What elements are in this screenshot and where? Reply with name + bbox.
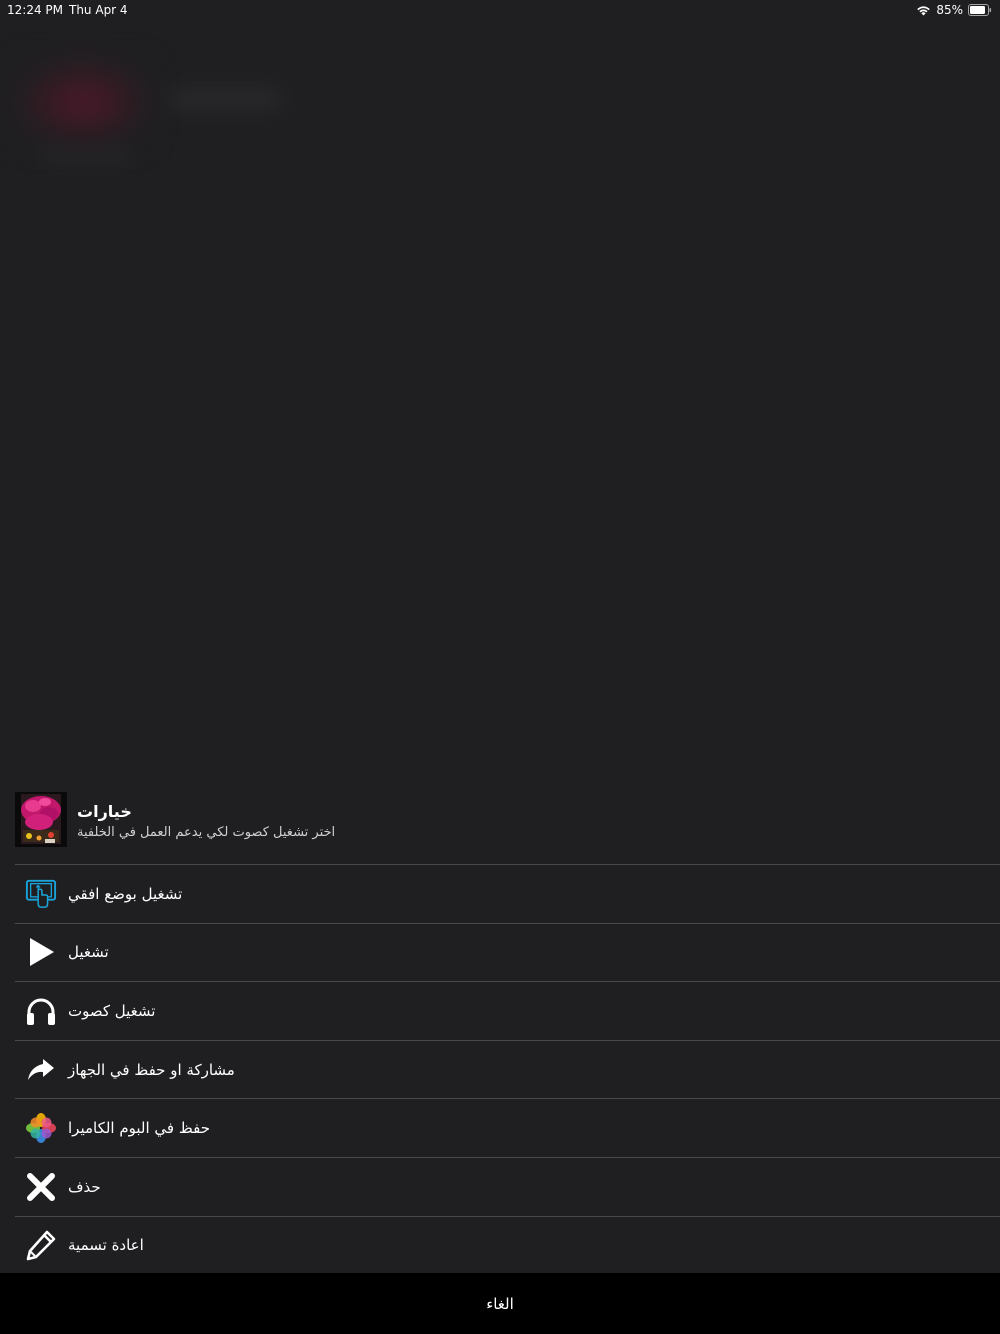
background-blurred-text (40, 150, 130, 164)
option-label: اعادة تسمية (68, 1236, 144, 1255)
wifi-icon (916, 5, 931, 16)
option-label: حفظ في البوم الكاميرا (68, 1119, 210, 1138)
status-time: 12:24 PM (7, 3, 63, 17)
status-date: Thu Apr 4 (69, 3, 128, 17)
option-label: تشغيل (68, 943, 109, 962)
close-icon (25, 1171, 57, 1203)
option-list: تشغيل بوضع افقي تشغيل تشغيل كصوت مشاركة … (15, 864, 1000, 1274)
option-save-camera-roll[interactable]: حفظ في البوم الكاميرا (15, 1098, 1000, 1157)
app-screen: 12:24 PM Thu Apr 4 85% خيارات اختر تشغيل… (0, 0, 1000, 1334)
option-share-save[interactable]: مشاركة او حفظ في الجهاز (15, 1039, 1000, 1099)
landscape-rotate-icon (25, 878, 57, 910)
status-bar: 12:24 PM Thu Apr 4 85% (0, 0, 1000, 22)
background-video-thumbnail (18, 62, 148, 142)
sheet-title: خيارات (77, 802, 132, 821)
option-label: تشغيل كصوت (68, 1001, 156, 1020)
option-label: مشاركة او حفظ في الجهاز (68, 1060, 235, 1079)
play-icon (25, 936, 57, 968)
sheet-header: خيارات اختر تشغيل كصوت لكي يدعم العمل في… (15, 792, 1000, 856)
sheet-subtitle: اختر تشغيل كصوت لكي يدعم العمل في الخلفي… (77, 825, 336, 840)
headphones-icon (25, 995, 57, 1027)
cancel-label: الغاء (486, 1294, 514, 1313)
option-play[interactable]: تشغيل (15, 922, 1000, 982)
battery-icon (968, 4, 992, 16)
option-play-landscape[interactable]: تشغيل بوضع افقي (15, 864, 1000, 923)
option-play-audio[interactable]: تشغيل كصوت (15, 981, 1000, 1040)
photos-icon (25, 1112, 57, 1144)
share-arrow-icon (25, 1054, 57, 1086)
option-rename[interactable]: اعادة تسمية (15, 1215, 1000, 1275)
status-right: 85% (916, 3, 992, 17)
video-thumbnail (15, 792, 67, 847)
pencil-icon (25, 1229, 57, 1261)
option-label: حذف (68, 1177, 101, 1196)
battery-percent: 85% (936, 3, 963, 17)
option-delete[interactable]: حذف (15, 1156, 1000, 1216)
option-label: تشغيل بوضع افقي (68, 884, 183, 903)
background-blurred-text (170, 88, 280, 110)
cancel-button[interactable]: الغاء (0, 1273, 1000, 1334)
options-action-sheet: خيارات اختر تشغيل كصوت لكي يدعم العمل في… (0, 784, 1000, 1272)
